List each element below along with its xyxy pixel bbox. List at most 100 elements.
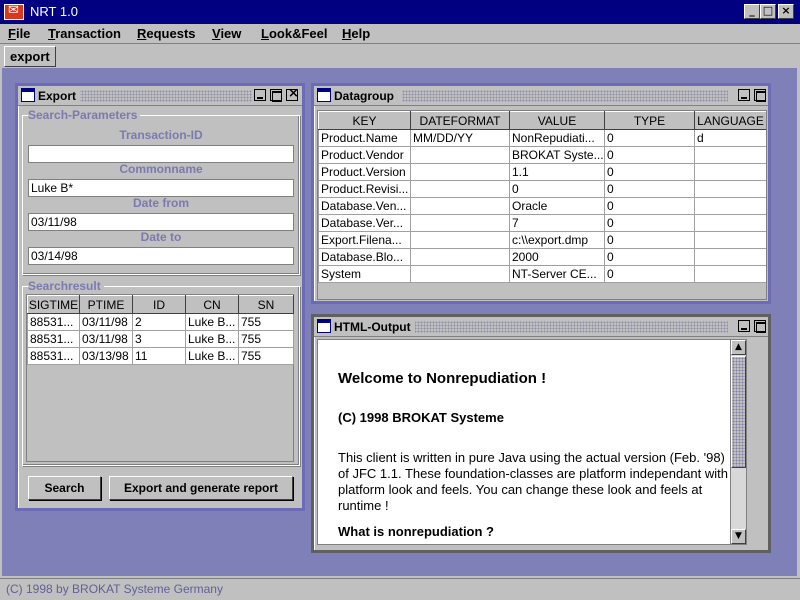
scroll-up-icon[interactable]: ▲ — [731, 340, 746, 355]
app-icon[interactable] — [4, 3, 24, 20]
table-row[interactable]: Database.Ver... 7 0 — [318, 214, 766, 232]
close-icon[interactable] — [286, 86, 299, 101]
maximize-icon[interactable] — [754, 89, 766, 102]
table-cell[interactable]: 0 — [604, 248, 695, 266]
table-cell[interactable] — [410, 265, 510, 283]
table-cell[interactable]: 0 — [604, 146, 695, 164]
menu-view[interactable]: View — [212, 26, 241, 41]
column-header[interactable]: ID — [132, 295, 186, 314]
table-cell[interactable] — [410, 231, 510, 249]
table-cell[interactable]: Database.Ver... — [318, 214, 411, 232]
table-cell[interactable]: Product.Vendor — [318, 146, 411, 164]
table-cell[interactable]: 0 — [604, 163, 695, 181]
table-cell[interactable] — [694, 146, 766, 164]
table-cell[interactable] — [410, 180, 510, 198]
scroll-down-icon[interactable]: ▼ — [731, 529, 746, 544]
table-cell[interactable]: NT-Server CE... — [509, 265, 605, 283]
table-cell[interactable]: 0 — [604, 129, 695, 147]
table-row[interactable]: Product.Vendor BROKAT Syste... 0 — [318, 146, 766, 164]
table-cell[interactable]: 755 — [238, 347, 294, 365]
table-cell[interactable]: 88531... — [27, 330, 80, 348]
table-cell[interactable]: 03/13/98 — [79, 347, 133, 365]
column-header[interactable]: LANGUAGE — [694, 111, 766, 130]
html-output-frame-titlebar[interactable]: HTML-Output — [314, 317, 768, 337]
table-cell[interactable] — [694, 163, 766, 181]
table-cell[interactable] — [694, 265, 766, 283]
maximize-icon[interactable] — [754, 320, 766, 333]
table-cell[interactable] — [410, 214, 510, 232]
transaction-id-input[interactable] — [28, 145, 294, 163]
table-cell[interactable]: 0 — [509, 180, 605, 198]
table-cell[interactable]: Luke B... — [185, 313, 239, 331]
table-cell[interactable] — [694, 180, 766, 198]
table-cell[interactable] — [694, 197, 766, 215]
table-row[interactable]: Product.Version 1.1 0 — [318, 163, 766, 181]
table-cell[interactable] — [694, 231, 766, 249]
table-cell[interactable]: 0 — [604, 231, 695, 249]
table-cell[interactable]: 2000 — [509, 248, 605, 266]
menu-look-and-feel[interactable]: Look&Feel — [261, 26, 327, 41]
table-cell[interactable]: 3 — [132, 330, 186, 348]
table-cell[interactable]: 88531... — [27, 313, 80, 331]
table-row[interactable]: System NT-Server CE... 0 — [318, 265, 766, 283]
table-row[interactable]: Product.Name MM/DD/YY NonRepudiati... 0 d — [318, 129, 766, 147]
table-cell[interactable] — [694, 248, 766, 266]
table-cell[interactable]: 11 — [132, 347, 186, 365]
table-cell[interactable]: Luke B... — [185, 347, 239, 365]
table-cell[interactable]: d — [694, 129, 766, 147]
menu-file[interactable]: File — [8, 26, 30, 41]
table-cell[interactable]: Product.Name — [318, 129, 411, 147]
column-header[interactable]: DATEFORMAT — [410, 111, 510, 130]
maximize-button[interactable]: □ — [760, 4, 776, 19]
vertical-scrollbar[interactable]: ▲ ▼ — [730, 340, 746, 544]
table-cell[interactable]: Export.Filena... — [318, 231, 411, 249]
table-cell[interactable]: Luke B... — [185, 330, 239, 348]
table-cell[interactable]: 755 — [238, 330, 294, 348]
table-cell[interactable]: Product.Version — [318, 163, 411, 181]
column-header[interactable]: PTIME — [79, 295, 133, 314]
export-report-button[interactable]: Export and generate report — [109, 476, 293, 500]
table-cell[interactable]: MM/DD/YY — [410, 129, 510, 147]
minimize-icon[interactable] — [254, 89, 266, 101]
table-row[interactable]: 88531... 03/13/98 11 Luke B... 755 — [27, 347, 294, 365]
table-row[interactable]: Product.Revisi... 0 0 — [318, 180, 766, 198]
table-cell[interactable] — [410, 163, 510, 181]
menu-help[interactable]: Help — [342, 26, 370, 41]
table-cell[interactable]: 03/11/98 — [79, 330, 133, 348]
table-cell[interactable]: Database.Blo... — [318, 248, 411, 266]
table-row[interactable]: 88531... 03/11/98 3 Luke B... 755 — [27, 330, 294, 348]
table-cell[interactable]: 0 — [604, 214, 695, 232]
table-cell[interactable]: Database.Ven... — [318, 197, 411, 215]
table-cell[interactable]: 7 — [509, 214, 605, 232]
table-row[interactable]: Database.Ven... Oracle 0 — [318, 197, 766, 215]
table-cell[interactable]: 0 — [604, 265, 695, 283]
column-header[interactable]: SN — [238, 295, 294, 314]
menu-transaction[interactable]: Transaction — [48, 26, 121, 41]
table-cell[interactable]: 0 — [604, 197, 695, 215]
table-cell[interactable]: 755 — [238, 313, 294, 331]
date-to-input[interactable]: 03/14/98 — [28, 247, 294, 265]
column-header[interactable]: VALUE — [509, 111, 605, 130]
maximize-icon[interactable] — [270, 89, 282, 102]
commonname-input[interactable]: Luke B* — [28, 179, 294, 197]
table-row[interactable]: Export.Filena... c:\\export.dmp 0 — [318, 231, 766, 249]
minimize-icon[interactable] — [738, 89, 750, 101]
table-cell[interactable] — [410, 248, 510, 266]
table-cell[interactable] — [694, 214, 766, 232]
table-cell[interactable] — [410, 146, 510, 164]
scroll-thumb[interactable] — [731, 356, 746, 468]
table-cell[interactable]: NonRepudiati... — [509, 129, 605, 147]
table-cell[interactable]: 0 — [604, 180, 695, 198]
table-cell[interactable]: c:\\export.dmp — [509, 231, 605, 249]
export-frame-titlebar[interactable]: Export — [18, 86, 302, 106]
table-cell[interactable]: 03/11/98 — [79, 313, 133, 331]
minimize-button[interactable]: _ — [744, 4, 760, 19]
column-header[interactable]: KEY — [318, 111, 411, 130]
column-header[interactable]: SIGTIME — [27, 295, 80, 314]
table-cell[interactable]: 2 — [132, 313, 186, 331]
table-row[interactable]: 88531... 03/11/98 2 Luke B... 755 — [27, 313, 294, 331]
table-cell[interactable]: Oracle — [509, 197, 605, 215]
table-row[interactable]: Database.Blo... 2000 0 — [318, 248, 766, 266]
table-cell[interactable]: System — [318, 265, 411, 283]
menu-requests[interactable]: Requests — [137, 26, 196, 41]
